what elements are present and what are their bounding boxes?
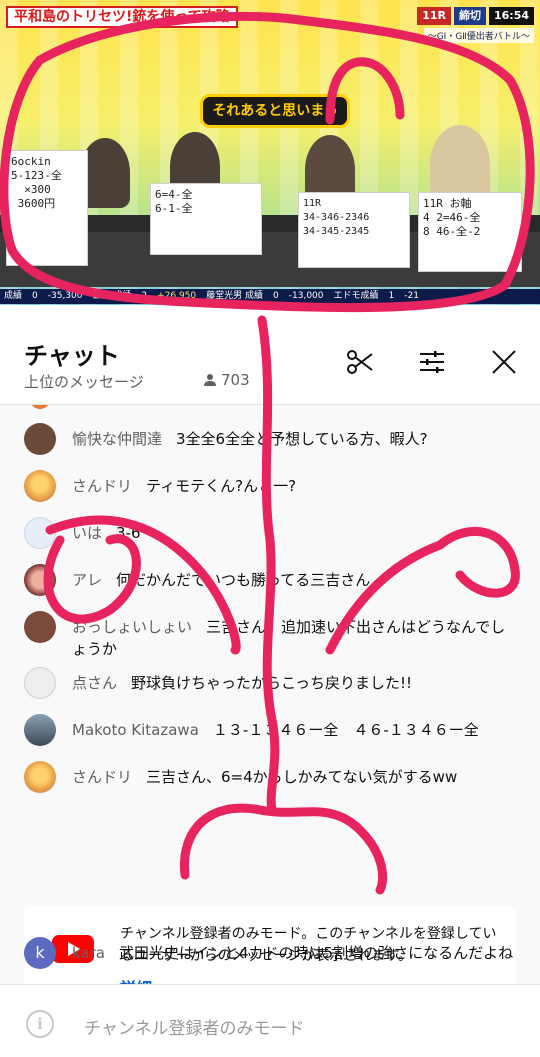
race-status: 締切 [453,7,486,25]
chat-message[interactable]: Makoto Kitazawa １３-１３４６ー全 ４６-１３４６ー全 [24,714,526,746]
message-text: 3-6 [116,524,141,542]
ticker-value: -21 [404,291,419,301]
race-time: 16:54 [488,7,534,25]
chat-message[interactable]: 点さん 野球負けちゃったからこっち戻りました!! [24,667,526,699]
message-body: kara 武田光史はインと4カドの時は5割増の強さになるんだよね [72,937,513,964]
message-body: 愉快な仲間達 3全全6全全と予想している方、暇人? [72,423,428,450]
avatar [24,423,56,455]
person-icon [204,374,216,386]
ticker-value: +26,950 [157,291,197,301]
chat-message[interactable]: k kara 武田光史はインと4カドの時は5割増の強さになるんだよね [24,937,526,969]
ticker-value: 2 [141,291,148,301]
message-author: 愉快な仲間達 [72,430,163,448]
message-text: 3全全6全全と予想している方、暇人? [176,430,428,448]
ticker-label: 藤堂光男 成績 [206,291,264,301]
avatar: k [24,937,56,969]
chat-message[interactable]: さんドリ ティモテくん?んと一? [24,470,526,502]
chat-mode-selector[interactable]: 上位のメッセージ [24,371,144,392]
answer-board-2: 6=4-全 6-1-全 [150,183,262,255]
message-body: 点さん 野球負けちゃったからこっち戻りました!! [72,667,412,694]
chat-message[interactable]: さんドリ 三吉さん、6=4からしかみてない気がするww [24,761,526,793]
message-body: おっしょいしょい 三吉さん、追加速い下出さんはどうなんでしょうか [72,611,512,660]
avatar [24,564,56,596]
chat-message[interactable]: アレ 何だかんだでいつも勝ってる三吉さん [24,564,526,596]
avatar [24,761,56,793]
message-author: アレ [72,571,103,589]
score-ticker: 成績 0 -35,300 三吉 成績 2 +26,950 藤堂光男 成績 0 -… [0,289,540,304]
avatar [24,517,56,549]
chat-message[interactable]: おっしょいしょい 三吉さん、追加速い下出さんはどうなんでしょうか [24,611,526,660]
answer-board-3: 11R 34-346-2346 34-345-2345 [298,192,410,268]
avatar [24,714,56,746]
close-icon [492,350,516,374]
message-author: さんドリ [72,477,133,495]
message-list[interactable]: 愉快な仲間達 3全全6全全と予想している方、暇人? さんドリ ティモテくん?んと一?… [0,405,540,984]
message-author: さんドリ [72,768,133,786]
message-text: 野球負けちゃったからこっち戻りました!! [131,674,412,692]
message-body: さんドリ ティモテくん?んと一? [72,470,296,497]
info-icon[interactable]: i [26,1010,54,1038]
chat-input-bar: i チャンネル登録者のみモード [0,984,540,1057]
ticker-value: 0 [273,291,279,301]
ticker-label: 三吉 成績 [92,291,132,301]
avatar [24,470,56,502]
chat-message[interactable]: いは 3-6 [24,517,526,549]
message-text: 三吉さん、6=4からしかみてない気がするww [146,768,458,786]
message-text: 武田光史はインと4カドの時は5割増の強さになるんだよね [118,944,514,962]
answer-board-1: 6ockin 5-123-全 ×300 3600円 [6,150,88,266]
message-author: Makoto Kitazawa [72,721,199,739]
message-body: さんドリ 三吉さん、6=4からしかみてない気がするww [72,761,457,788]
close-chat-button[interactable] [488,346,520,378]
ticker-value: -13,000 [288,291,324,301]
partial-avatar [30,405,50,409]
program-caption: 平和島のトリセツ!銃を使って攻略 [6,6,238,28]
ticker-label: 成績 [4,291,23,301]
viewer-count: 703 [203,371,250,389]
show-logo: それあると思いまっ [200,94,350,128]
clip-button[interactable] [344,346,376,378]
avatar [24,667,56,699]
ticker-label: エドモ成績 [333,291,379,301]
message-text: １３-１３４６ー全 ４６-１３４６ー全 [212,721,479,739]
race-number: 11R [417,7,451,25]
chat-message[interactable]: 愉快な仲間達 3全全6全全と予想している方、暇人? [24,423,526,455]
ticker-value: 1 [388,291,395,301]
details-link[interactable]: 詳細 [120,975,152,984]
ticker-value: -35,300 [47,291,83,301]
members-only-mode-label: チャンネル登録者のみモード [84,1019,305,1039]
avatar [24,611,56,643]
viewer-count-value: 703 [221,371,250,389]
chat-settings-button[interactable] [416,346,448,378]
message-author: いは [72,524,103,542]
message-body: Makoto Kitazawa １３-１３４６ー全 ４６-１３４６ー全 [72,714,479,741]
message-author: kara [72,944,105,962]
video-player[interactable]: 平和島のトリセツ!銃を使って攻略 11R 締切 16:54 〜GⅠ・GⅡ優出者バ… [0,0,540,305]
scissors-icon [347,350,373,374]
answer-board-4: 11R お軸 4 2=46-全 8 46-全-2 [418,192,522,272]
race-info: 11R 締切 16:54 [417,7,534,25]
message-body: アレ 何だかんだでいつも勝ってる三吉さん [72,564,370,591]
message-body: いは 3-6 [72,517,141,544]
chat-mode-label: 上位のメッセージ [24,373,144,391]
message-text: 何だかんだでいつも勝ってる三吉さん [116,571,371,589]
chat-title: チャット [24,342,120,370]
message-author: 点さん [72,674,118,692]
message-text: ティモテくん?んと一? [146,477,297,495]
chat-panel: チャット 上位のメッセージ 703 愉快な仲間達 3全全6全全と予想している方、… [0,308,540,1057]
message-author: おっしょいしょい [72,618,193,636]
race-subtitle: 〜GⅠ・GⅡ優出者バトル〜 [423,28,534,43]
sliders-icon [420,351,444,373]
ticker-value: 0 [32,291,38,301]
